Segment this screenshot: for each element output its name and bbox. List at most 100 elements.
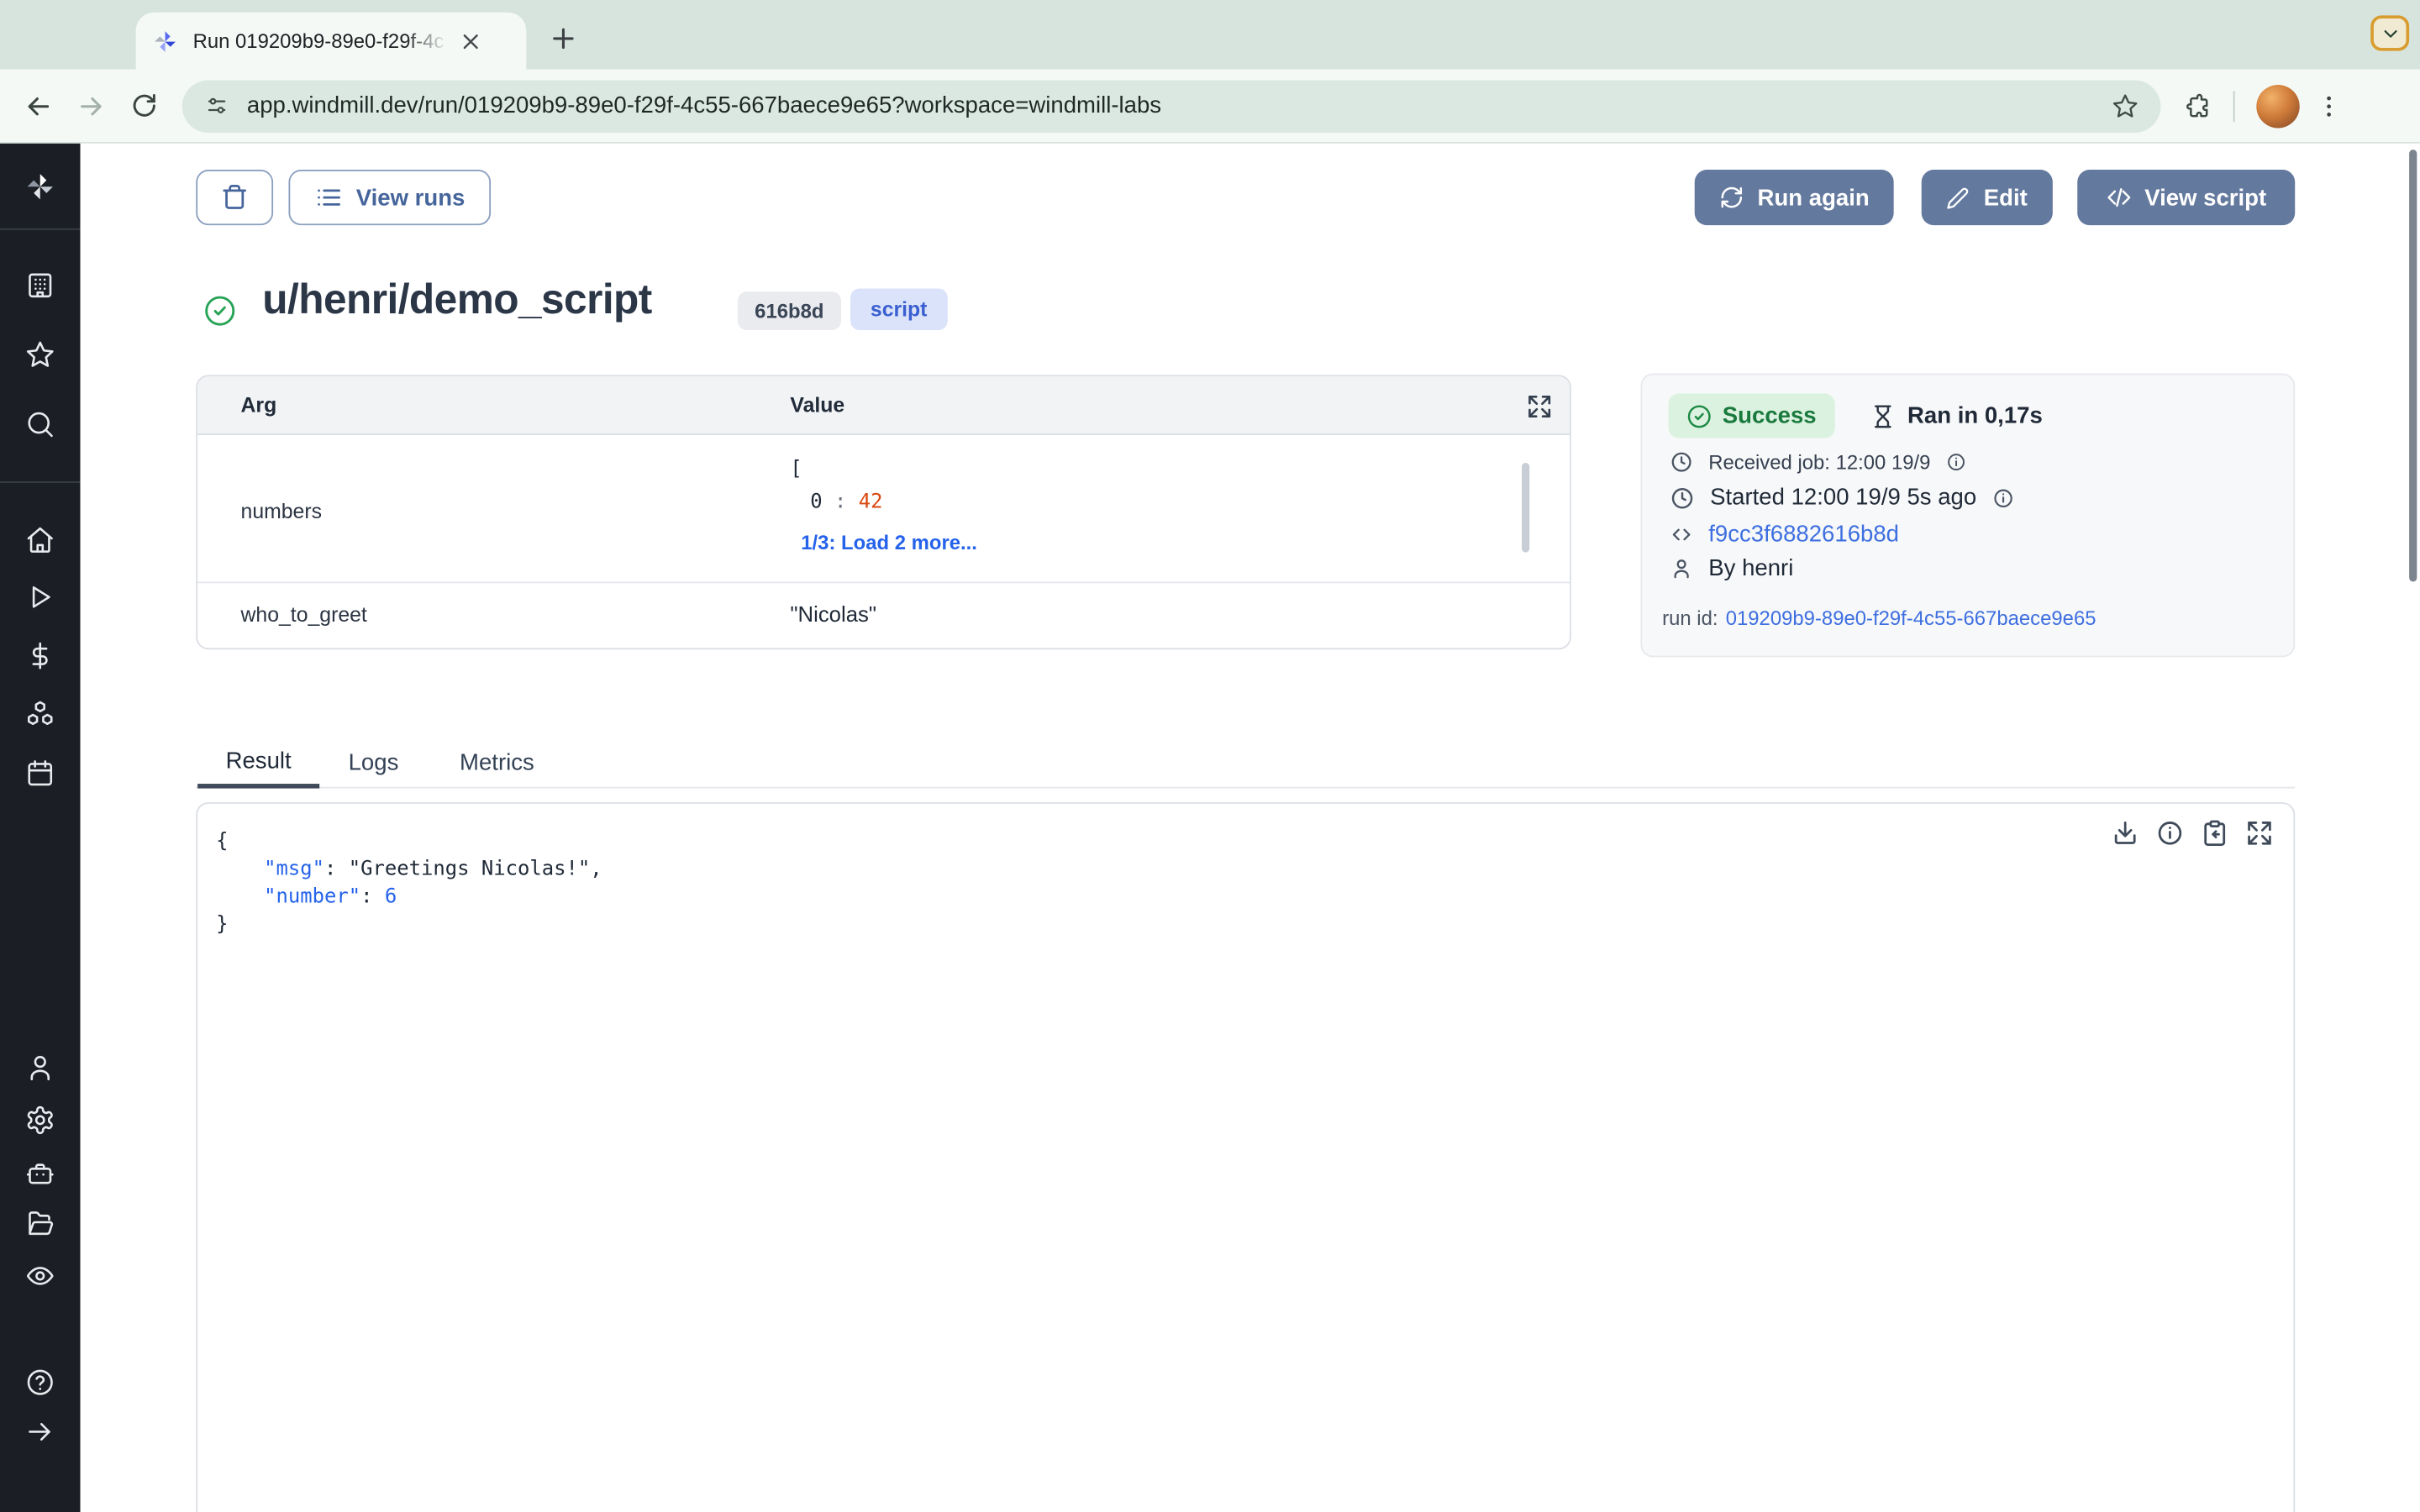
view-script-label: View script xyxy=(2144,184,2266,210)
back-button[interactable] xyxy=(13,80,65,132)
download-icon[interactable] xyxy=(2110,817,2141,848)
tab-close-icon[interactable] xyxy=(459,27,487,55)
tab-title: Run 019209b9-89e0-f29f-4c xyxy=(193,29,453,53)
json-key: "number" xyxy=(264,885,360,909)
chevron-down-icon xyxy=(2379,23,2401,45)
array-preview: [ 0 : 42 xyxy=(790,454,882,518)
extensions-icon[interactable] xyxy=(2182,91,2212,120)
load-more-link[interactable]: 1/3: Load 2 more... xyxy=(801,531,977,554)
windmill-logo[interactable] xyxy=(24,170,57,203)
started-text: Started 12:00 19/9 5s ago xyxy=(1710,485,1976,511)
toolbar-divider xyxy=(2233,90,2235,121)
info-icon[interactable] xyxy=(1946,452,1966,472)
arg-column-header: Arg xyxy=(241,393,277,417)
new-tab-button[interactable] xyxy=(544,18,584,59)
forward-button[interactable] xyxy=(65,80,117,132)
json-open-brace: { xyxy=(216,828,602,856)
args-table: Arg Value numbers [ 0 : 42 1/3: xyxy=(196,375,1571,649)
sidebar-item-favorites[interactable] xyxy=(24,339,55,370)
tab-metrics[interactable]: Metrics xyxy=(443,738,551,789)
browser-tab-bar: Run 019209b9-89e0-f29f-4c xyxy=(0,0,2420,70)
value-scrollbar[interactable] xyxy=(1522,463,1529,553)
sidebar-item-folders[interactable] xyxy=(24,1208,55,1239)
table-row: who_to_greet "Nicolas" xyxy=(197,583,1570,648)
browser-window: Run 019209b9-89e0-f29f-4c xyxy=(0,0,2420,1512)
json-separator: : xyxy=(360,885,385,909)
expand-args-icon[interactable] xyxy=(1527,392,1555,420)
browser-tab[interactable]: Run 019209b9-89e0-f29f-4c xyxy=(136,13,527,70)
colon: : xyxy=(834,491,846,514)
clipboard-copy-icon[interactable] xyxy=(2199,817,2230,848)
sidebar-expand-icon[interactable] xyxy=(24,1416,55,1447)
sidebar-item-audit-logs[interactable] xyxy=(24,1261,55,1292)
view-runs-label: View runs xyxy=(356,184,466,210)
delete-run-button[interactable] xyxy=(196,170,273,225)
json-comma: , xyxy=(590,858,602,881)
reload-button[interactable] xyxy=(118,80,170,132)
sidebar-item-variables[interactable] xyxy=(24,640,55,671)
sidebar-item-users[interactable] xyxy=(24,1053,55,1084)
value-column-header: Value xyxy=(790,393,844,417)
tab-logs[interactable]: Logs xyxy=(327,738,419,789)
result-panel: { "msg": "Greetings Nicolas!", "number":… xyxy=(196,802,2295,1512)
array-open-bracket: [ xyxy=(790,454,882,486)
array-index: 0 xyxy=(810,491,822,514)
json-close-brace: } xyxy=(216,912,602,940)
script-hash-badge[interactable]: 616b8d xyxy=(738,291,841,330)
run-id-link[interactable]: 019209b9-89e0-f29f-4c55-667baece9e65 xyxy=(1726,606,2096,630)
run-detail-page: View runs Run again Edit View script u/h… xyxy=(81,144,2420,1512)
app-sidebar xyxy=(0,144,81,1512)
user-icon xyxy=(1670,557,1693,580)
bookmark-star-icon[interactable] xyxy=(2112,92,2139,119)
run-again-button[interactable]: Run again xyxy=(1695,170,1894,225)
table-row: numbers [ 0 : 42 1/3: Load 2 more... xyxy=(197,435,1570,583)
windmill-favicon xyxy=(151,27,179,55)
edit-label: Edit xyxy=(1984,184,2028,210)
code-icon xyxy=(1670,523,1693,547)
sidebar-item-help[interactable] xyxy=(24,1367,55,1398)
site-info-icon[interactable] xyxy=(203,92,229,118)
sidebar-item-schedules[interactable] xyxy=(24,758,55,789)
arg-name: numbers xyxy=(241,500,322,523)
duration-text: Ran in 0,17s xyxy=(1907,402,2043,428)
sidebar-item-resources[interactable] xyxy=(24,699,55,730)
sidebar-divider xyxy=(0,481,81,483)
sidebar-item-workers[interactable] xyxy=(24,1158,55,1189)
status-label: Success xyxy=(1723,402,1817,428)
clock-icon xyxy=(1670,486,1694,510)
address-bar[interactable]: app.windmill.dev/run/019209b9-89e0-f29f-… xyxy=(182,80,2161,132)
arg-name: who_to_greet xyxy=(241,603,367,627)
expand-icon[interactable] xyxy=(2244,817,2275,848)
status-badge: Success xyxy=(1669,393,1835,438)
list-icon xyxy=(314,184,342,212)
edit-button[interactable]: Edit xyxy=(1922,170,2053,225)
script-hash-link[interactable]: f9cc3f6882616b8d xyxy=(1708,522,1899,548)
page-scrollbar[interactable] xyxy=(2409,150,2417,581)
result-json-viewer: { "msg": "Greetings Nicolas!", "number":… xyxy=(216,828,602,939)
created-by-text: By henri xyxy=(1708,555,1793,581)
sidebar-item-home[interactable] xyxy=(24,524,55,555)
json-key: "msg" xyxy=(264,858,324,881)
view-script-button[interactable]: View script xyxy=(2077,170,2295,225)
info-icon[interactable] xyxy=(1992,486,2014,508)
sidebar-item-settings[interactable] xyxy=(24,1105,55,1136)
hourglass-icon xyxy=(1870,403,1895,428)
sidebar-item-workspace[interactable] xyxy=(24,270,55,301)
view-runs-button[interactable]: View runs xyxy=(288,170,491,225)
arg-value: "Nicolas" xyxy=(790,601,876,626)
sidebar-item-search[interactable] xyxy=(24,409,55,440)
browser-update-chip[interactable] xyxy=(2370,15,2409,50)
info-icon[interactable] xyxy=(2154,817,2186,848)
url-text[interactable]: app.windmill.dev/run/019209b9-89e0-f29f-… xyxy=(247,92,2099,118)
json-number-value: 6 xyxy=(385,885,397,909)
tab-result[interactable]: Result xyxy=(197,738,319,789)
browser-menu-icon[interactable] xyxy=(2315,92,2343,119)
array-value: 42 xyxy=(859,491,883,514)
json-string-value: "Greetings Nicolas!" xyxy=(349,858,591,881)
sidebar-item-runs[interactable] xyxy=(24,581,55,612)
browser-toolbar: app.windmill.dev/run/019209b9-89e0-f29f-… xyxy=(0,70,2420,144)
sidebar-divider xyxy=(0,228,81,230)
received-text: Received job: 12:00 19/9 xyxy=(1708,450,1930,474)
profile-avatar[interactable] xyxy=(2256,84,2299,127)
script-kind-badge[interactable]: script xyxy=(850,288,947,330)
